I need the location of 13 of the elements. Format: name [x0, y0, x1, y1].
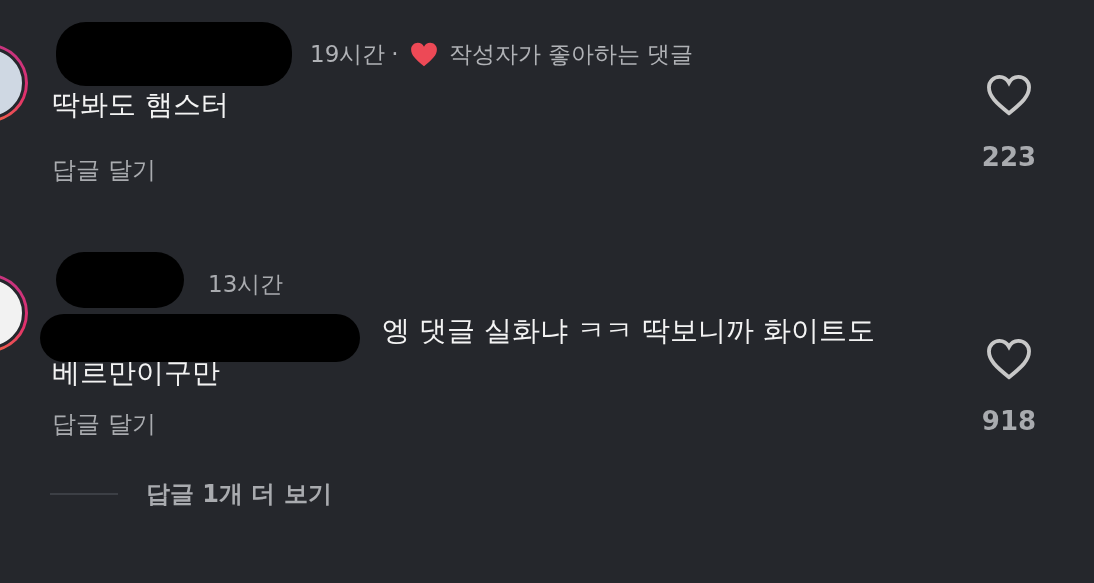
reply-link[interactable]: 답글 달기: [52, 408, 156, 440]
comment-time: 19시간: [310, 39, 386, 69]
author-liked-label: 작성자가 좋아하는 댓글: [448, 39, 694, 69]
like-count: 918: [981, 406, 1037, 436]
comment-text: 딱봐도 햄스터: [52, 87, 230, 123]
comment-text: 엥 댓글 실화냐 ㅋㅋ 딱보니까 화이트도 베르만이구만: [52, 313, 876, 391]
like-icon[interactable]: [986, 338, 1032, 380]
view-more-replies-link[interactable]: 답글 1개 더 보기: [146, 478, 332, 510]
like-icon[interactable]: [986, 74, 1032, 116]
like-count: 223: [981, 142, 1037, 172]
comment-time: 13시간: [208, 269, 284, 299]
separator-dot: ·: [391, 41, 399, 67]
reply-link[interactable]: 답글 달기: [52, 154, 156, 186]
